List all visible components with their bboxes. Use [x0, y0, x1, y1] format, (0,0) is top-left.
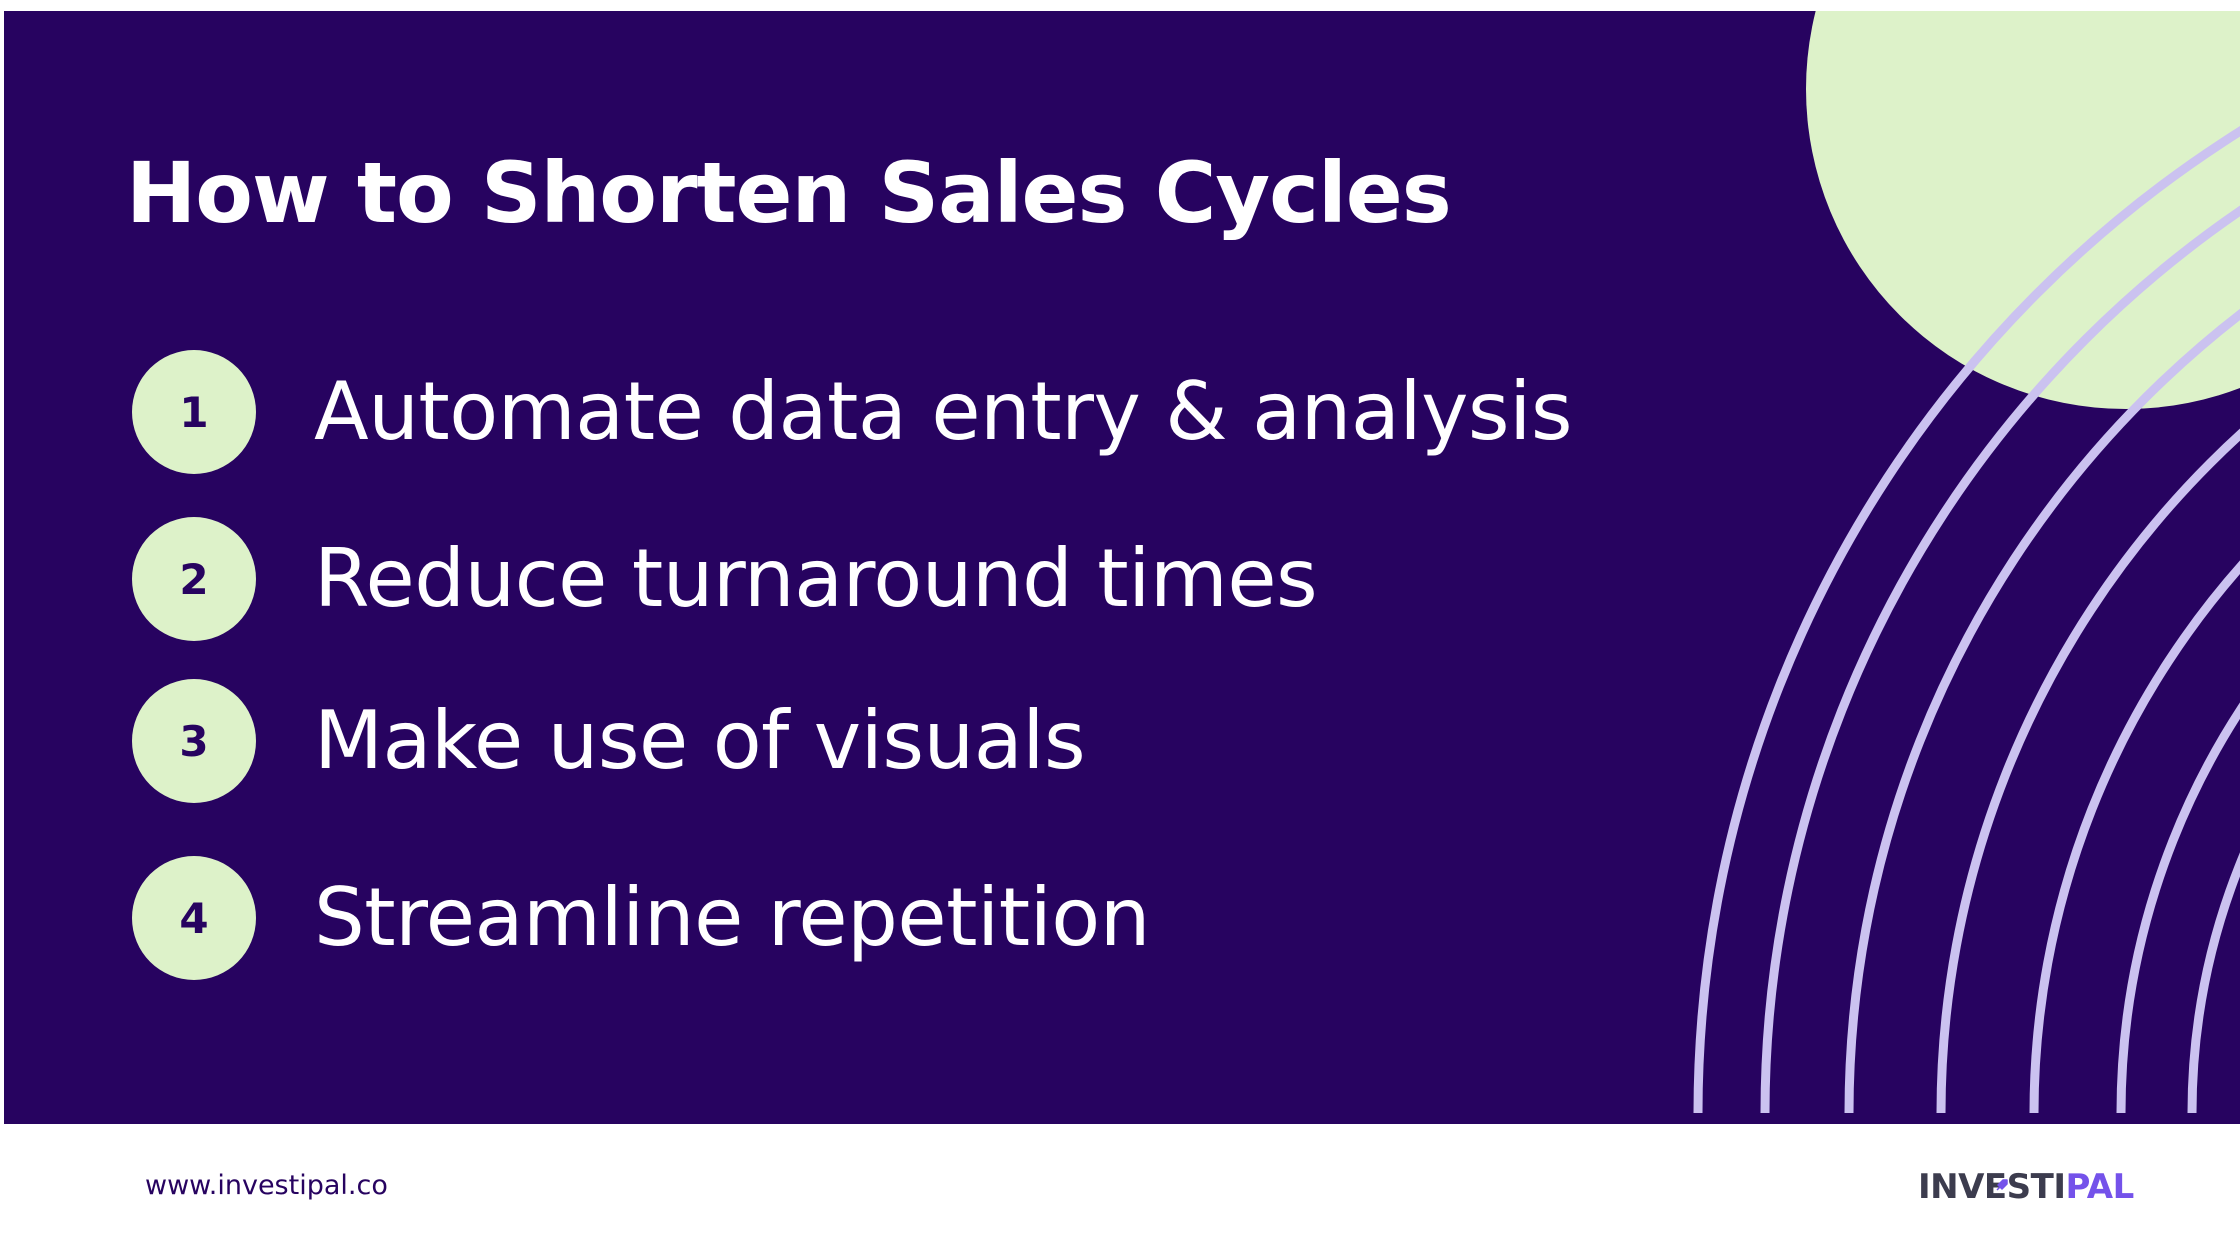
logo-text-part3: PAL: [2065, 1167, 2134, 1207]
website-link[interactable]: www.investipal.co: [145, 1166, 388, 1206]
step-item-3: 3 Make use of visuals: [132, 679, 1086, 803]
step-number-badge: 3: [132, 679, 256, 803]
rocket-icon: [1996, 1179, 2008, 1191]
step-text: Reduce turnaround times: [314, 532, 1318, 625]
step-number-badge: 1: [132, 350, 256, 474]
step-text: Streamline repetition: [314, 871, 1150, 964]
step-item-2: 2 Reduce turnaround times: [132, 517, 1318, 641]
step-text: Automate data entry & analysis: [314, 365, 1573, 458]
step-number-badge: 4: [132, 856, 256, 980]
decor-arc: [2116, 702, 2240, 1114]
step-item-4: 4 Streamline repetition: [132, 856, 1150, 980]
logo-text-part1: INV: [1918, 1167, 1984, 1207]
decor-circle: [1806, 11, 2240, 409]
step-number-badge: 2: [132, 517, 256, 641]
investipal-logo: INV ESTI PAL: [1918, 1164, 2134, 1210]
hero-panel: How to Shorten Sales Cycles 1 Automate d…: [4, 11, 2240, 1124]
slide-title: How to Shorten Sales Cycles: [126, 144, 1452, 242]
step-text: Make use of visuals: [314, 694, 1086, 787]
step-item-1: 1 Automate data entry & analysis: [132, 350, 1573, 474]
slide-page: How to Shorten Sales Cycles 1 Automate d…: [0, 0, 2240, 1260]
